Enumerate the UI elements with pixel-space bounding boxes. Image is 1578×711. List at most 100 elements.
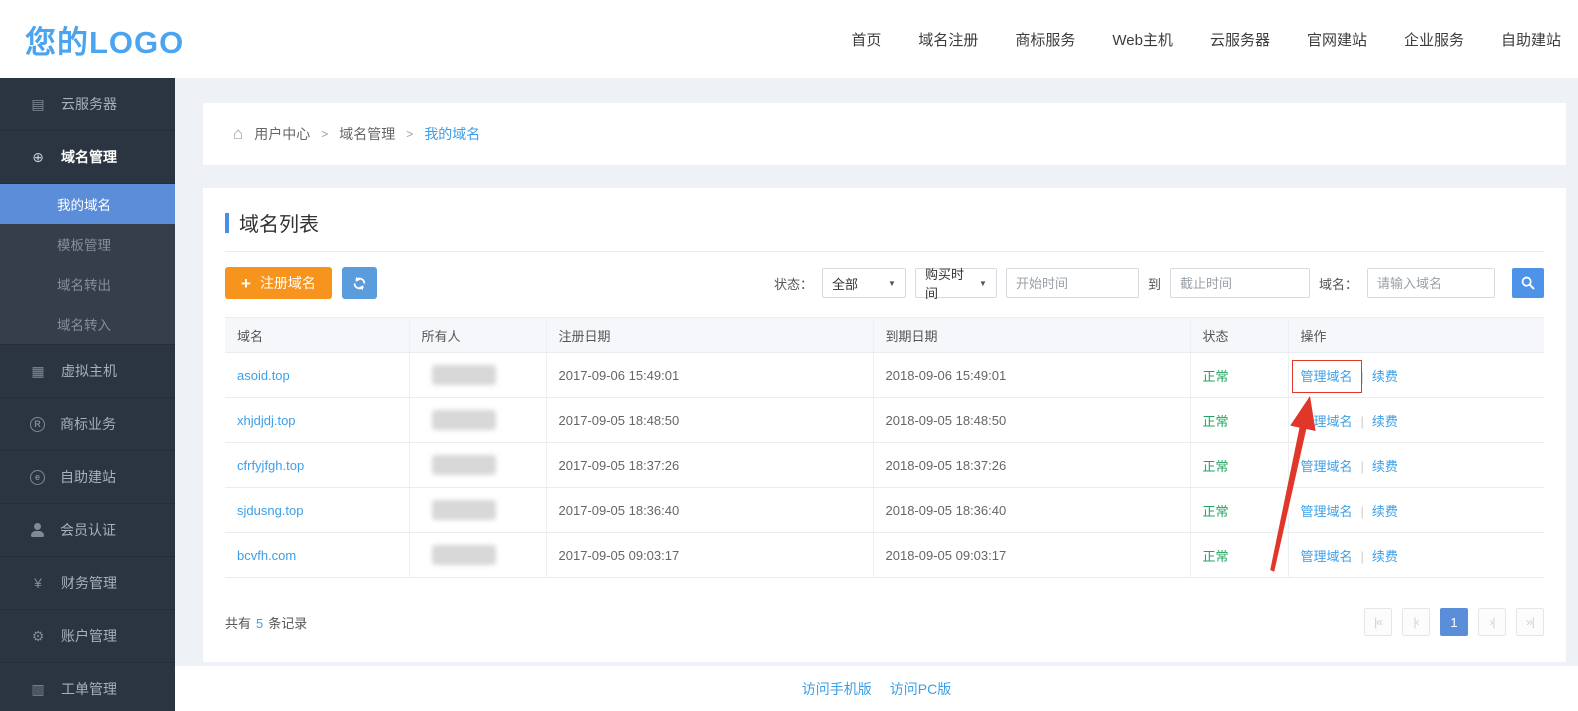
sidebar-subitem-my-domains[interactable]: 我的域名 (0, 184, 175, 224)
status-badge: 正常 (1203, 504, 1229, 519)
action-separator: | (1361, 459, 1364, 474)
sidebar-item-virtual-host[interactable]: ▦虚拟主机 (0, 345, 175, 398)
pagination-prev-button[interactable]: |‹ (1402, 608, 1430, 636)
time-type-select[interactable]: 购买时间 ▼ (915, 268, 997, 298)
status-badge: 正常 (1203, 369, 1229, 384)
manage-domain-link[interactable]: 管理域名 (1301, 549, 1353, 564)
filter-bar: 状态： 全部 ▼ 购买时间 ▼ 到 (774, 268, 1544, 298)
chevron-down-icon: ▼ (888, 279, 896, 288)
top-nav: 首页 域名注册 商标服务 Web主机 云服务器 官网建站 企业服务 自助建站 (851, 29, 1561, 50)
register-domain-button[interactable]: + 注册域名 (225, 267, 332, 299)
manage-domain-link[interactable]: 管理域名 (1301, 369, 1353, 384)
sidebar-item-trademark[interactable]: R商标业务 (0, 398, 175, 451)
plus-icon: + (241, 275, 251, 292)
status-badge: 正常 (1203, 414, 1229, 429)
owner-cell (409, 443, 546, 488)
domain-link[interactable]: asoid.top (237, 368, 290, 383)
domain-link[interactable]: xhjdjdj.top (237, 413, 296, 428)
sidebar-submenu: 我的域名模板管理域名转出域名转入 (0, 184, 175, 345)
renew-link[interactable]: 续费 (1372, 504, 1398, 519)
column-header: 注册日期 (546, 318, 873, 353)
sidebar-item-label: 账户管理 (61, 626, 117, 646)
trademark-icon: R (30, 417, 45, 432)
body-row: ▤云服务器⊕域名管理我的域名模板管理域名转出域名转入▦虚拟主机R商标业务e自助建… (0, 78, 1578, 711)
top-nav-item[interactable]: 云服务器 (1210, 29, 1270, 50)
domain-link[interactable]: cfrfyjfgh.top (237, 458, 304, 473)
panel-title-row: 域名列表 (225, 208, 1544, 252)
expire-date-cell: 2018-09-05 18:37:26 (873, 443, 1190, 488)
sidebar-subitem-template-manage[interactable]: 模板管理 (0, 224, 175, 264)
date-range-connector: 到 (1148, 274, 1161, 293)
table-header: 域名所有人注册日期到期日期状态操作 (225, 318, 1544, 353)
top-nav-item[interactable]: 企业服务 (1404, 29, 1464, 50)
table-row: cfrfyjfgh.top2017-09-05 18:37:262018-09-… (225, 443, 1544, 488)
manage-domain-link[interactable]: 管理域名 (1301, 414, 1353, 429)
register-domain-label: 注册域名 (260, 273, 316, 293)
renew-link[interactable]: 续费 (1372, 459, 1398, 474)
table-row: bcvfh.com2017-09-05 09:03:172018-09-05 0… (225, 533, 1544, 578)
table-row: xhjdjdj.top2017-09-05 18:48:502018-09-05… (225, 398, 1544, 443)
logo: 您的LOGO (25, 17, 184, 62)
top-nav-item[interactable]: 自助建站 (1501, 29, 1561, 50)
pagination-page-button[interactable]: 1 (1440, 608, 1468, 636)
manage-domain-link[interactable]: 管理域名 (1301, 459, 1353, 474)
sidebar-item-site-builder[interactable]: e自助建站 (0, 451, 175, 504)
status-select-value: 全部 (832, 274, 858, 293)
refresh-button[interactable] (342, 267, 377, 299)
domain-search-input[interactable] (1367, 268, 1495, 298)
column-header: 操作 (1288, 318, 1544, 353)
sidebar-item-finance[interactable]: ¥财务管理 (0, 557, 175, 610)
finance-yen-icon: ¥ (30, 575, 46, 591)
gear-icon: ⚙ (30, 628, 46, 645)
sidebar-item-domain-manage[interactable]: ⊕域名管理 (0, 131, 175, 184)
status-select[interactable]: 全部 ▼ (822, 268, 906, 298)
owner-redacted (432, 500, 496, 520)
virtual-host-icon: ▦ (30, 363, 46, 380)
pagination-first-button[interactable]: |« (1364, 608, 1392, 636)
owner-cell (409, 353, 546, 398)
status-badge: 正常 (1203, 459, 1229, 474)
footer-link[interactable]: 访问手机版 (802, 679, 872, 699)
page-root: 您的LOGO 首页域名注册商标服务Web主机云服务器官网建站企业服务自助建站 ▤… (0, 0, 1578, 711)
cloud-server-icon: ▤ (30, 96, 46, 113)
breadcrumb-item[interactable]: 域名管理 (339, 124, 395, 144)
domain-cell: xhjdjdj.top (225, 398, 409, 443)
end-date-input[interactable] (1170, 268, 1310, 298)
top-nav-item[interactable]: 域名注册 (918, 29, 978, 50)
sidebar-item-account[interactable]: ⚙ 账户管理 (0, 610, 175, 663)
chevron-down-icon: ▼ (979, 279, 987, 288)
renew-link[interactable]: 续费 (1372, 549, 1398, 564)
status-filter-label: 状态： (774, 274, 813, 293)
sidebar-item-ticket[interactable]: ▥工单管理 (0, 663, 175, 711)
column-header: 域名 (225, 318, 409, 353)
renew-link[interactable]: 续费 (1372, 414, 1398, 429)
search-button[interactable] (1512, 268, 1544, 298)
breadcrumb-separator: > (321, 127, 328, 141)
content-area: ⌂ 用户中心>域名管理>我的域名 域名列表 + 注册域名 (175, 78, 1578, 666)
footer-link[interactable]: 访问PC版 (890, 679, 951, 699)
breadcrumb-separator: > (406, 127, 413, 141)
top-nav-item[interactable]: 商标服务 (1015, 29, 1075, 50)
pagination-last-button[interactable]: »| (1516, 608, 1544, 636)
sidebar: ▤云服务器⊕域名管理我的域名模板管理域名转出域名转入▦虚拟主机R商标业务e自助建… (0, 78, 175, 711)
top-nav-item[interactable]: 官网建站 (1307, 29, 1367, 50)
table-footer: 共有5条记录 |«|‹1›|»| (225, 608, 1544, 636)
register-date-cell: 2017-09-05 09:03:17 (546, 533, 873, 578)
pagination-next-button[interactable]: ›| (1478, 608, 1506, 636)
breadcrumb-item[interactable]: 用户中心 (254, 124, 310, 144)
home-icon: ⌂ (233, 124, 243, 144)
sidebar-subitem-domain-transfer-out[interactable]: 域名转出 (0, 264, 175, 304)
actions-cell: 管理域名|续费 (1288, 488, 1544, 533)
top-nav-item[interactable]: 首页 (851, 29, 881, 50)
domain-link[interactable]: bcvfh.com (237, 548, 296, 563)
sidebar-subitem-domain-transfer-in[interactable]: 域名转入 (0, 304, 175, 344)
manage-domain-link[interactable]: 管理域名 (1301, 504, 1353, 519)
domain-link[interactable]: sjdusng.top (237, 503, 304, 518)
renew-link[interactable]: 续费 (1372, 369, 1398, 384)
top-nav-item[interactable]: Web主机 (1112, 29, 1173, 50)
sidebar-item-cloud-server[interactable]: ▤云服务器 (0, 78, 175, 131)
start-date-input[interactable] (1006, 268, 1139, 298)
sidebar-item-member-auth[interactable]: 会员认证 (0, 504, 175, 557)
column-header: 所有人 (409, 318, 546, 353)
sidebar-item-label: 自助建站 (60, 467, 116, 487)
